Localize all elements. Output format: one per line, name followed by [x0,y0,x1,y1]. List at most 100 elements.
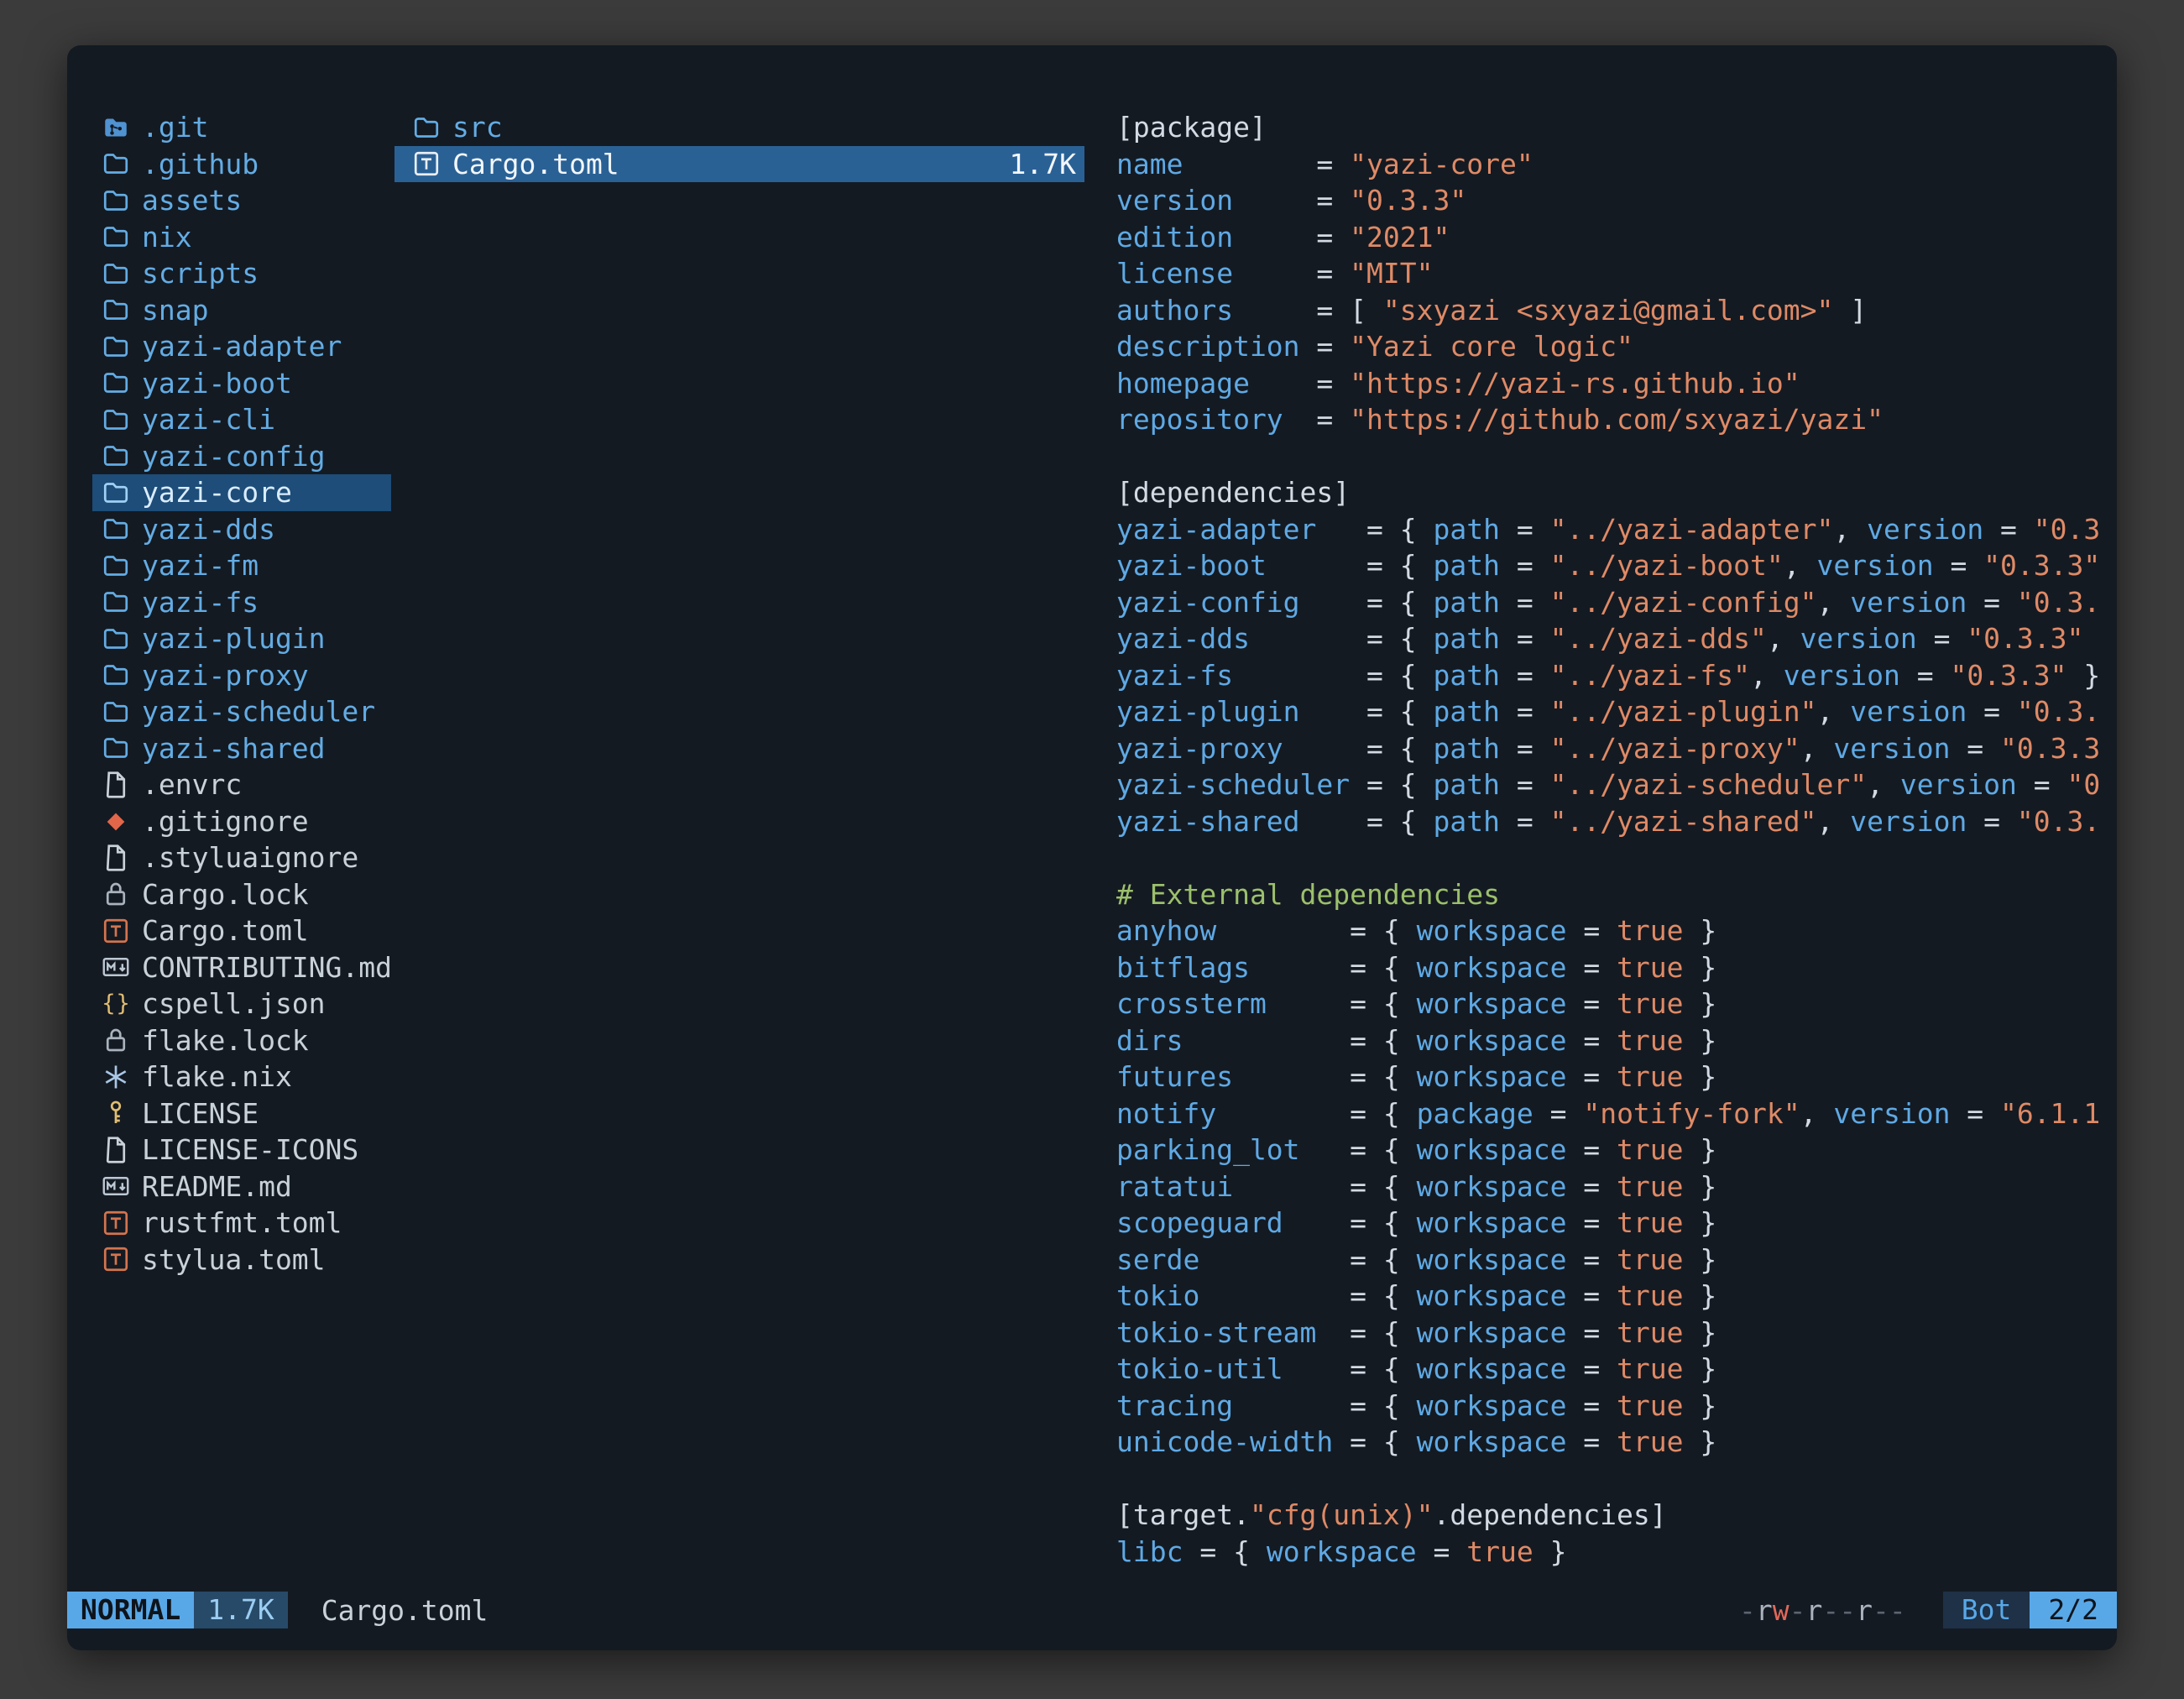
item-name: .envrc [142,768,242,801]
preview-line: name = "yazi-core" [1116,146,2112,183]
file-item-cargo-lock[interactable]: Cargo.lock [92,876,391,913]
dir-item-yazi-fm[interactable]: yazi-fm [92,547,391,584]
preview-line: tracing = { workspace = true } [1116,1388,2112,1425]
dir-item-yazi-dds[interactable]: yazi-dds [92,511,391,548]
preview-line: description = "Yazi core logic" [1116,328,2112,365]
cursor-counter-badge: 2/2 [2030,1592,2117,1628]
file-size-badge: 1.7K [194,1592,287,1628]
lock-icon [101,1025,131,1055]
dir-item-yazi-scheduler[interactable]: yazi-scheduler [92,693,391,730]
preview-line: homepage = "https://yazi-rs.github.io" [1116,365,2112,402]
file-item--envrc[interactable]: .envrc [92,766,391,803]
preview-line: yazi-plugin = { path = "../yazi-plugin",… [1116,693,2112,730]
dir-item-assets[interactable]: assets [92,182,391,219]
folder-icon [101,733,131,763]
file-item-stylua-toml[interactable]: stylua.toml [92,1242,391,1278]
folder-icon [101,587,131,617]
dir-item-yazi-config[interactable]: yazi-config [92,438,391,475]
md-icon [101,952,131,982]
file-item-license[interactable]: LICENSE [92,1095,391,1132]
dir-item-yazi-adapter[interactable]: yazi-adapter [92,328,391,365]
preview-line: yazi-proxy = { path = "../yazi-proxy", v… [1116,730,2112,767]
lock-icon [101,879,131,909]
folder-icon [101,295,131,325]
preview-line: # External dependencies [1116,876,2112,913]
file-item--gitignore[interactable]: ◆.gitignore [92,803,391,840]
md-icon [101,1171,131,1201]
folder-icon [101,259,131,289]
preview-line [1116,438,2112,475]
item-name: .github [142,148,259,180]
terminal-window: .git.github assets nixscriptssnapyazi-adap… [67,45,2117,1650]
file-item-cargo-toml[interactable]: Cargo.toml [92,912,391,949]
item-name: scripts [142,257,259,290]
preview-line: ratatui = { workspace = true } [1116,1168,2112,1205]
item-name: yazi-shared [142,732,326,765]
file-item-contributing-md[interactable]: CONTRIBUTING.md [92,949,391,986]
toml-icon [101,1208,131,1238]
preview-line: [package] [1116,109,2112,146]
key-icon [101,1098,131,1128]
item-name: flake.nix [142,1060,292,1093]
status-bar-right: -rw-r--r-- Bot 2/2 [1739,1592,2117,1628]
dir-item-snap[interactable]: snap [92,292,391,329]
preview-line [1116,839,2112,876]
diamond-icon: ◆ [101,806,131,836]
preview-line: yazi-fs = { path = "../yazi-fs", version… [1116,657,2112,694]
folder-icon [101,660,131,690]
file-item-rustfmt-toml[interactable]: rustfmt.toml [92,1205,391,1242]
preview-line: dirs = { workspace = true } [1116,1022,2112,1059]
item-name: rustfmt.toml [142,1206,342,1239]
file-item-flake-lock[interactable]: flake.lock [92,1022,391,1059]
item-name: nix [142,221,192,254]
file-item--styluaignore[interactable]: .styluaignore [92,839,391,876]
item-name: src [452,111,503,144]
preview-line: parking_lot = { workspace = true } [1116,1132,2112,1168]
dir-item-yazi-shared[interactable]: yazi-shared [92,730,391,767]
dir-item--github[interactable]: .github [92,146,391,183]
dir-item-yazi-boot[interactable]: yazi-boot [92,365,391,402]
file-item-cspell-json[interactable]: {}cspell.json [92,985,391,1022]
file-icon [101,770,131,800]
status-bar: NORMAL 1.7K Cargo.toml -rw-r--r-- Bot 2/… [67,1592,2117,1628]
preview-line: version = "0.3.3" [1116,182,2112,219]
preview-line: unicode-width = { workspace = true } [1116,1424,2112,1461]
folder-icon [101,149,131,179]
dir-item-yazi-proxy[interactable]: yazi-proxy [92,657,391,694]
preview-line: libc = { workspace = true } [1116,1534,2112,1571]
dir-item-nix[interactable]: nix [92,219,391,256]
file-icon [101,1135,131,1165]
file-item-cargo-toml[interactable]: Cargo.toml1.7K [394,146,1084,183]
preview-line: tokio-util = { workspace = true } [1116,1351,2112,1388]
dir-item--git[interactable]: .git [92,109,391,146]
item-name: README.md [142,1170,292,1203]
dir-item-yazi-core[interactable]: yazi-core [92,474,391,511]
status-filename: Cargo.toml [321,1594,489,1627]
mode-badge: NORMAL [67,1592,194,1628]
file-item-readme-md[interactable]: README.md [92,1168,391,1205]
preview-line: tokio-stream = { workspace = true } [1116,1315,2112,1351]
dir-item-yazi-fs[interactable]: yazi-fs [92,584,391,621]
file-item-license-icons[interactable]: LICENSE-ICONS [92,1132,391,1168]
nix-icon [101,1062,131,1092]
item-name: LICENSE [142,1097,259,1130]
item-name: Cargo.toml [452,148,619,180]
dir-item-scripts[interactable]: scripts [92,255,391,292]
item-name: Cargo.lock [142,878,309,911]
dir-item-src[interactable]: src [394,109,1084,146]
preview-line: futures = { workspace = true } [1116,1059,2112,1095]
item-name: CONTRIBUTING.md [142,951,392,984]
preview-line: license = "MIT" [1116,255,2112,292]
current-directory-pane: srcCargo.toml1.7K [394,109,1084,182]
item-name: yazi-fm [142,549,259,582]
folder-icon [101,222,131,252]
item-name: yazi-core [142,476,292,509]
folder-icon [101,624,131,654]
file-item-flake-nix[interactable]: flake.nix [92,1059,391,1095]
preview-line: crossterm = { workspace = true } [1116,985,2112,1022]
folder-icon [101,186,131,216]
item-name: assets [142,184,242,217]
item-name: yazi-proxy [142,659,309,692]
dir-item-yazi-cli[interactable]: yazi-cli [92,401,391,438]
dir-item-yazi-plugin[interactable]: yazi-plugin [92,620,391,657]
